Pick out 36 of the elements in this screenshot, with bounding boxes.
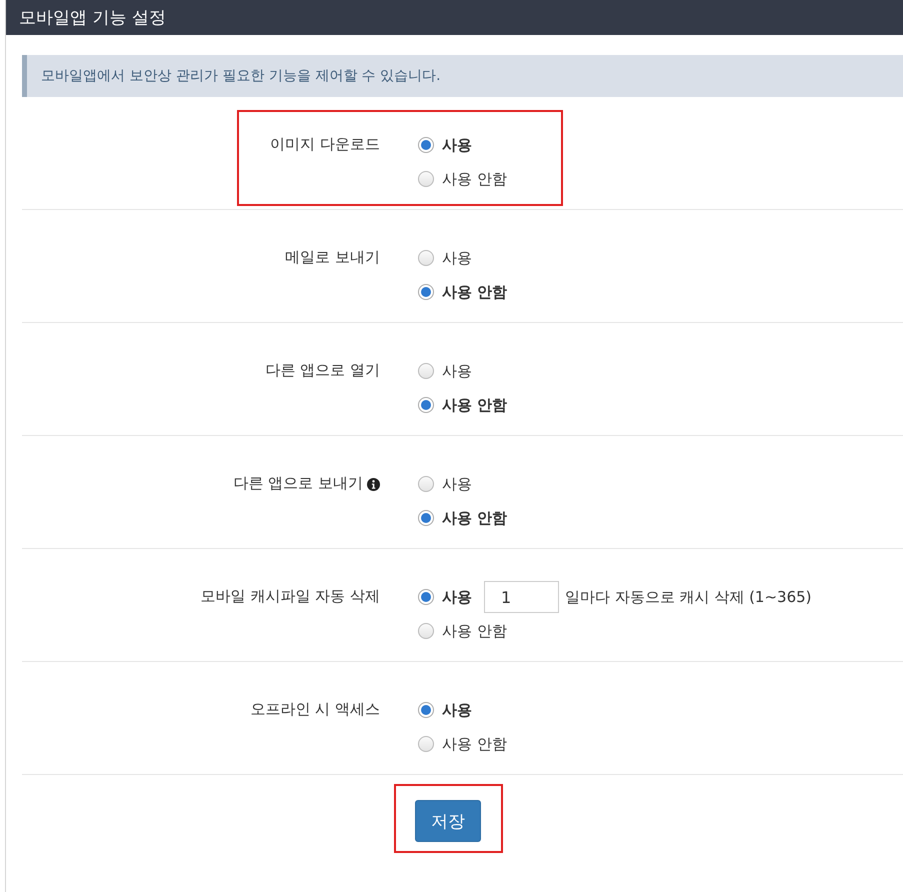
option-label[interactable]: 사용 [442, 474, 472, 494]
info-icon[interactable] [367, 478, 380, 491]
page-title: 모바일앱 기능 설정 [19, 7, 166, 29]
radio-button[interactable] [418, 397, 434, 413]
radio-button[interactable] [418, 702, 434, 718]
radio-button[interactable] [418, 171, 434, 187]
option-label[interactable]: 사용 안함 [442, 734, 507, 754]
setting-label: 다른 앱으로 열기 [265, 361, 380, 380]
save-button[interactable]: 저장 [415, 800, 481, 842]
radio-button[interactable] [418, 250, 434, 266]
option-label[interactable]: 사용 안함 [442, 622, 507, 640]
setting-label: 오프라인 시 액세스 [250, 700, 380, 719]
days-input-field[interactable]: 1 [484, 581, 559, 613]
radio-button[interactable] [418, 363, 434, 379]
radio-button[interactable] [418, 589, 434, 605]
radio-button[interactable] [418, 623, 434, 639]
option-label[interactable]: 사용 안함 [442, 170, 507, 188]
option-label[interactable]: 사용 안함 [442, 282, 508, 302]
setting-label: 메일로 보내기 [285, 248, 380, 267]
radio-button[interactable] [418, 137, 434, 153]
radio-button[interactable] [418, 476, 434, 492]
setting-label: 이미지 다운로드 [270, 135, 380, 154]
days-hint: 일마다 자동으로 캐시 삭제 (1~365) [565, 588, 812, 606]
option-label[interactable]: 사용 [442, 588, 472, 606]
option-label[interactable]: 사용 [442, 136, 472, 154]
option-label[interactable]: 사용 [442, 362, 472, 380]
setting-label: 모바일 캐시파일 자동 삭제 [200, 587, 380, 606]
option-label[interactable]: 사용 안함 [442, 396, 508, 414]
radio-button[interactable] [418, 510, 434, 526]
radio-button[interactable] [418, 736, 434, 752]
option-label[interactable]: 사용 [442, 700, 472, 720]
notice-banner: 모바일앱에서 보안상 관리가 필요한 기능을 제어할 수 있습니다. [22, 55, 903, 97]
radio-button[interactable] [418, 284, 434, 300]
setting-label: 다른 앱으로 보내기 [233, 474, 363, 493]
option-label[interactable]: 사용 안함 [442, 508, 508, 528]
option-label[interactable]: 사용 [442, 248, 472, 268]
